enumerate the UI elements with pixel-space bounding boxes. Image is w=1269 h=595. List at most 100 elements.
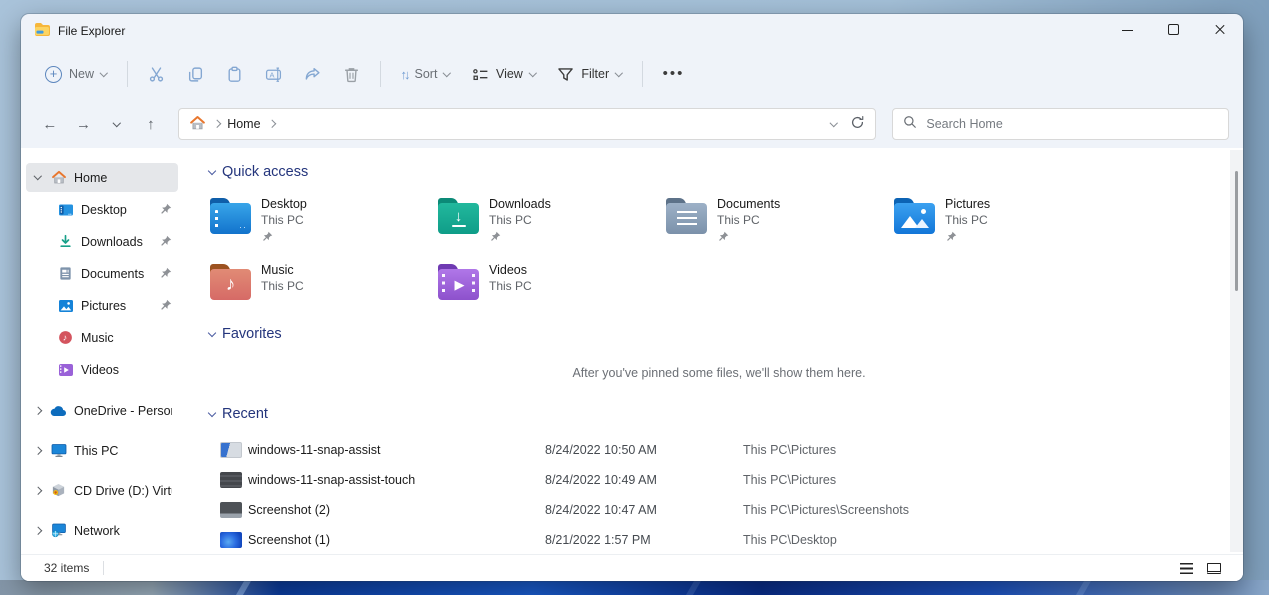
file-date: 8/24/2022 10:49 AM bbox=[545, 473, 743, 487]
maximize-button[interactable] bbox=[1151, 14, 1197, 48]
filter-button[interactable]: Filter bbox=[547, 59, 631, 90]
chevron-down-icon[interactable] bbox=[33, 176, 43, 179]
view-icon bbox=[472, 66, 489, 83]
pictures-icon bbox=[57, 297, 74, 314]
copy-icon bbox=[187, 66, 204, 83]
search-input[interactable] bbox=[926, 117, 1218, 131]
sidebar-item-documents[interactable]: Documents bbox=[26, 259, 178, 288]
sidebar-item-desktop[interactable]: Desktop bbox=[26, 195, 178, 224]
chevron-right-icon[interactable] bbox=[33, 488, 43, 494]
tile-location: This PC bbox=[261, 213, 307, 227]
breadcrumb-home[interactable]: Home bbox=[227, 117, 260, 131]
navigation-bar: ← → ↑ Home bbox=[21, 100, 1243, 148]
new-label: New bbox=[69, 67, 94, 81]
view-button[interactable]: View bbox=[462, 59, 545, 90]
documents-icon bbox=[57, 265, 74, 282]
tile-pictures[interactable]: Pictures This PC bbox=[893, 194, 1121, 246]
sort-label: Sort bbox=[415, 67, 438, 81]
recent-locations-button[interactable] bbox=[102, 109, 132, 139]
window-title: File Explorer bbox=[58, 24, 125, 38]
pin-icon bbox=[945, 231, 990, 246]
cut-button[interactable] bbox=[138, 59, 175, 90]
command-bar: + New A ↑↓ bbox=[21, 48, 1243, 100]
file-explorer-window: File Explorer + New bbox=[21, 14, 1243, 581]
vertical-scrollbar[interactable] bbox=[1230, 150, 1243, 552]
rename-icon: A bbox=[265, 66, 282, 83]
file-thumbnail bbox=[220, 472, 242, 488]
new-button[interactable]: + New bbox=[35, 59, 117, 90]
filter-label: Filter bbox=[581, 67, 609, 81]
sort-icon: ↑↓ bbox=[401, 67, 408, 82]
file-date: 8/24/2022 10:47 AM bbox=[545, 503, 743, 517]
sidebar-item-pictures[interactable]: Pictures bbox=[26, 291, 178, 320]
delete-button[interactable] bbox=[333, 59, 370, 90]
scrollbar-thumb[interactable] bbox=[1235, 171, 1238, 291]
tile-location: This PC bbox=[717, 213, 780, 227]
pin-icon bbox=[261, 231, 307, 246]
thumbnails-view-icon bbox=[1207, 563, 1221, 574]
recent-file-row[interactable]: windows-11-snap-assist-touch 8/24/2022 1… bbox=[209, 465, 1243, 495]
breadcrumb-chevron-icon bbox=[267, 120, 275, 128]
music-folder-icon: ♪ bbox=[209, 260, 252, 302]
favorites-header[interactable]: Favorites bbox=[209, 326, 1243, 342]
tile-music[interactable]: ♪ Music This PC bbox=[209, 260, 437, 302]
tile-desktop[interactable]: ·· Desktop This PC bbox=[209, 194, 437, 246]
search-box[interactable] bbox=[892, 108, 1229, 140]
sidebar-item-downloads[interactable]: Downloads bbox=[26, 227, 178, 256]
copy-button[interactable] bbox=[177, 59, 214, 90]
chevron-right-icon[interactable] bbox=[33, 528, 43, 534]
chevron-right-icon[interactable] bbox=[33, 448, 43, 454]
ellipsis-icon: ••• bbox=[663, 69, 685, 79]
back-button[interactable]: ← bbox=[35, 109, 65, 139]
recent-file-row[interactable]: Screenshot (1) 8/21/2022 1:57 PM This PC… bbox=[209, 525, 1243, 554]
sort-button[interactable]: ↑↓ Sort bbox=[391, 60, 460, 89]
view-label: View bbox=[496, 67, 523, 81]
sidebar-item-cd-drive[interactable]: CD Drive (D:) Virtual bbox=[26, 476, 178, 505]
title-bar[interactable]: File Explorer bbox=[21, 14, 1243, 48]
tile-videos[interactable]: ▶ Videos This PC bbox=[437, 260, 665, 302]
wallpaper-beam bbox=[233, 580, 254, 595]
sidebar-item-home[interactable]: Home bbox=[26, 163, 178, 192]
share-icon bbox=[304, 66, 321, 83]
toolbar-divider bbox=[380, 61, 381, 87]
tile-location: This PC bbox=[489, 213, 551, 227]
sidebar-item-onedrive[interactable]: OneDrive - Personal bbox=[26, 396, 178, 425]
rename-button[interactable]: A bbox=[255, 59, 292, 90]
see-more-button[interactable]: ••• bbox=[653, 62, 695, 86]
file-thumbnail bbox=[220, 442, 242, 458]
refresh-icon[interactable] bbox=[850, 115, 865, 133]
search-icon bbox=[903, 115, 917, 134]
chevron-right-icon[interactable] bbox=[33, 408, 43, 414]
paste-button[interactable] bbox=[216, 59, 253, 90]
quick-access-header[interactable]: Quick access bbox=[209, 164, 1243, 180]
tile-downloads[interactable]: ↓ Downloads This PC bbox=[437, 194, 665, 246]
desktop-folder-icon: ·· bbox=[209, 194, 252, 236]
sidebar-item-this-pc[interactable]: This PC bbox=[26, 436, 178, 465]
navigation-pane: Home Desktop Downloads bbox=[21, 148, 183, 554]
recent-file-row[interactable]: Screenshot (2) 8/24/2022 10:47 AM This P… bbox=[209, 495, 1243, 525]
minimize-button[interactable] bbox=[1105, 14, 1151, 48]
tile-name: Downloads bbox=[489, 197, 551, 211]
toolbar-divider bbox=[127, 61, 128, 87]
share-button[interactable] bbox=[294, 59, 331, 90]
tile-documents[interactable]: Documents This PC bbox=[665, 194, 893, 246]
sidebar-item-network[interactable]: Network bbox=[26, 516, 178, 545]
file-name: windows-11-snap-assist-touch bbox=[248, 473, 545, 487]
thumbnails-view-button[interactable] bbox=[1203, 558, 1225, 578]
address-bar[interactable]: Home bbox=[178, 108, 877, 140]
tile-location: This PC bbox=[945, 213, 990, 227]
favorites-title: Favorites bbox=[222, 326, 282, 342]
file-path: This PC\Desktop bbox=[743, 533, 1243, 547]
close-button[interactable] bbox=[1197, 14, 1243, 48]
items-count: 32 items bbox=[44, 561, 89, 575]
forward-button[interactable]: → bbox=[69, 109, 99, 139]
details-view-button[interactable] bbox=[1175, 558, 1197, 578]
address-dropdown-icon[interactable] bbox=[830, 119, 838, 127]
recent-header[interactable]: Recent bbox=[209, 406, 1243, 422]
sidebar-item-videos[interactable]: Videos bbox=[26, 355, 178, 384]
sidebar-item-music[interactable]: ♪ Music bbox=[26, 323, 178, 352]
cut-icon bbox=[148, 66, 165, 83]
up-button[interactable]: ↑ bbox=[136, 109, 166, 139]
recent-file-row[interactable]: windows-11-snap-assist 8/24/2022 10:50 A… bbox=[209, 435, 1243, 465]
downloads-icon bbox=[57, 233, 74, 250]
